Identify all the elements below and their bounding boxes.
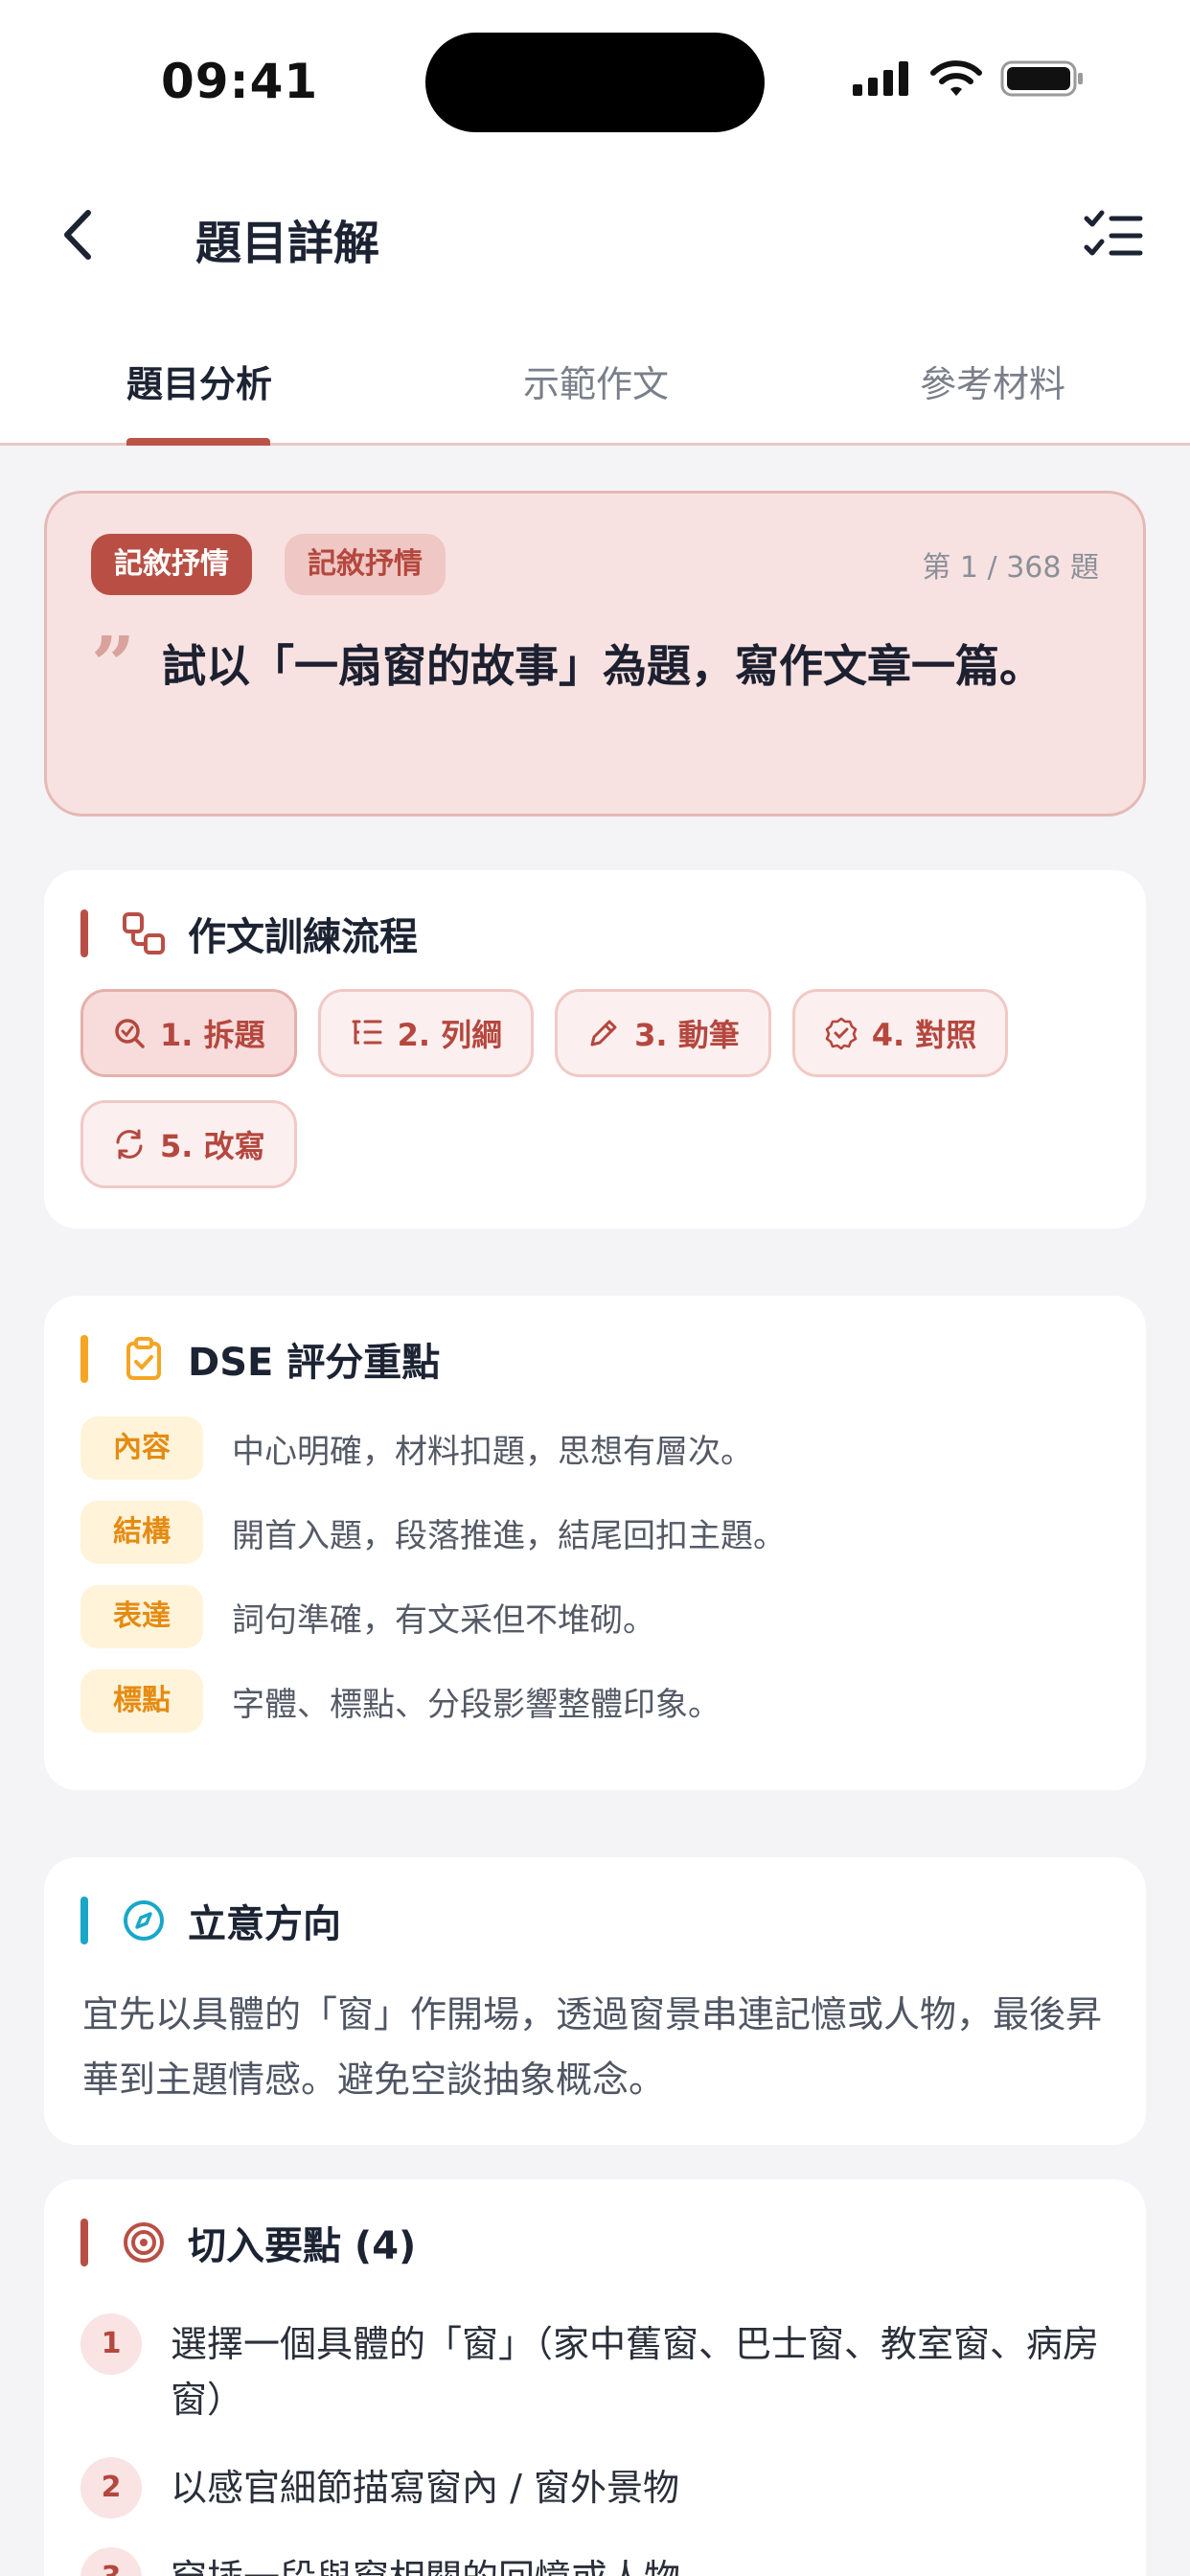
nav-bar: 題目詳解	[0, 163, 1190, 307]
points-card: 切入要點 (4) 1 選擇一個具體的「窗」（家中舊窗、巴士窗、教室窗、病房窗） …	[44, 2179, 1146, 2576]
point-number: 3	[80, 2547, 142, 2576]
dse-card: DSE 評分重點 內容 中心明確，材料扣題，思想有層次。 結構 開首入題，段落推…	[44, 1296, 1146, 1790]
score-chip: 結構	[80, 1501, 203, 1564]
score-chip: 標點	[80, 1669, 203, 1733]
tab-indicator	[126, 438, 270, 446]
direction-header: 立意方向	[80, 1894, 341, 1947]
question-counter: 第 1 / 368 題	[922, 551, 1099, 585]
accent-bar	[80, 2219, 88, 2266]
score-row: 結構 開首入題，段落推進，結尾回扣主題。	[80, 1501, 786, 1564]
quote-icon: ”	[91, 619, 136, 709]
step-rewrite[interactable]: 5. 改寫	[80, 1100, 297, 1188]
topic-card: 記敘抒情 記敘抒情 第 1 / 368 題 ” 試以「一扇窗的故事」為題，寫作文…	[44, 491, 1146, 816]
accent-bar	[80, 1897, 88, 1944]
step-label: 5. 改寫	[160, 1128, 265, 1164]
score-row: 表達 詞句準確，有文采但不堆砌。	[80, 1585, 655, 1648]
clipboard-check-icon	[126, 1337, 161, 1380]
accent-bar	[80, 1335, 88, 1383]
point-item: 2 以感官細節描寫窗內 / 窗外景物	[80, 2457, 1110, 2518]
tab-sample-essay[interactable]: 示範作文	[523, 355, 669, 407]
direction-title: 立意方向	[188, 1902, 341, 1946]
points-title: 切入要點 (4)	[188, 2224, 417, 2268]
status-bar: 09:41	[0, 0, 1190, 163]
score-row: 內容 中心明確，材料扣題，思想有層次。	[80, 1416, 753, 1480]
compass-icon	[124, 1900, 164, 1941]
direction-text: 宜先以具體的「窗」作開場，透過窗景串連記憶或人物，最後昇華到主題情感。避免空談抽…	[82, 1993, 1103, 2101]
check-badge-icon	[825, 1017, 858, 1050]
page-title: 題目詳解	[195, 217, 380, 270]
score-chip: 表達	[80, 1585, 203, 1648]
tab-analysis[interactable]: 題目分析	[126, 355, 272, 407]
step-write[interactable]: 3. 動筆	[555, 989, 771, 1077]
step-label: 2. 列綱	[397, 1017, 503, 1053]
score-chip: 內容	[80, 1416, 203, 1480]
score-text: 開首入題，段落推進，結尾回扣主題。	[232, 1516, 786, 1555]
point-item: 1 選擇一個具體的「窗」（家中舊窗、巴士窗、教室窗、病房窗）	[80, 2313, 1110, 2427]
score-row: 標點 字體、標點、分段影響整體印象。	[80, 1669, 721, 1733]
flow-card: 作文訓練流程 1. 拆題 2. 列綱 3. 動筆 4. 對照 5. 改寫	[44, 870, 1146, 1229]
search-icon	[115, 1019, 145, 1048]
flow-steps: 1. 拆題 2. 列綱 3. 動筆 4. 對照 5. 改寫	[80, 989, 1115, 1188]
topic-tag: 記敘抒情	[91, 534, 252, 595]
point-text: 以感官細節描寫窗內 / 窗外景物	[171, 2467, 679, 2509]
battery-icon	[1000, 60, 1083, 97]
points-header: 切入要點 (4)	[80, 2216, 416, 2269]
tab-reference[interactable]: 參考材料	[920, 355, 1065, 407]
point-text: 選擇一個具體的「窗」（家中舊窗、巴士窗、教室窗、病房窗）	[171, 2323, 1100, 2421]
status-icons	[853, 59, 1085, 98]
checklist-icon[interactable]	[1083, 205, 1144, 266]
step-breakdown[interactable]: 1. 拆題	[80, 989, 297, 1077]
target-icon	[124, 2222, 164, 2263]
tab-bar: 題目分析 示範作文 參考材料	[0, 307, 1190, 446]
topic-tag-secondary: 記敘抒情	[285, 534, 446, 595]
wifi-icon	[930, 60, 982, 96]
flow-header: 作文訓練流程	[80, 907, 418, 960]
direction-card: 立意方向 宜先以具體的「窗」作開場，透過窗景串連記憶或人物，最後昇華到主題情感。…	[44, 1857, 1146, 2145]
dse-title: DSE 評分重點	[188, 1341, 441, 1385]
topic-text: 試以「一扇窗的故事」為題，寫作文章一篇。	[162, 640, 1043, 692]
step-compare[interactable]: 4. 對照	[791, 989, 1009, 1077]
dynamic-island	[425, 33, 765, 132]
score-text: 字體、標點、分段影響整體印象。	[232, 1685, 721, 1724]
step-outline[interactable]: 2. 列綱	[317, 989, 535, 1077]
signal-icon	[853, 61, 908, 96]
score-text: 中心明確，材料扣題，思想有層次。	[232, 1432, 753, 1471]
status-time: 09:41	[161, 54, 319, 109]
flow-title: 作文訓練流程	[188, 915, 418, 959]
step-label: 1. 拆題	[160, 1017, 265, 1053]
workflow-icon	[123, 912, 165, 954]
point-item: 3 穿插一段與窗相關的回憶或人物	[80, 2547, 1110, 2576]
refresh-icon	[116, 1129, 143, 1160]
pencil-icon	[590, 1020, 617, 1046]
dse-header: DSE 評分重點	[80, 1332, 440, 1386]
point-text: 穿插一段與窗相關的回憶或人物	[171, 2547, 1110, 2576]
list-tree-icon	[352, 1020, 382, 1045]
step-label: 4. 對照	[871, 1017, 977, 1053]
point-number: 2	[80, 2457, 142, 2518]
score-text: 詞句準確，有文采但不堆砌。	[232, 1600, 655, 1640]
back-chevron-icon[interactable]	[48, 203, 111, 266]
point-number: 1	[80, 2313, 142, 2375]
accent-bar	[80, 909, 88, 957]
step-label: 3. 動筆	[634, 1017, 740, 1053]
